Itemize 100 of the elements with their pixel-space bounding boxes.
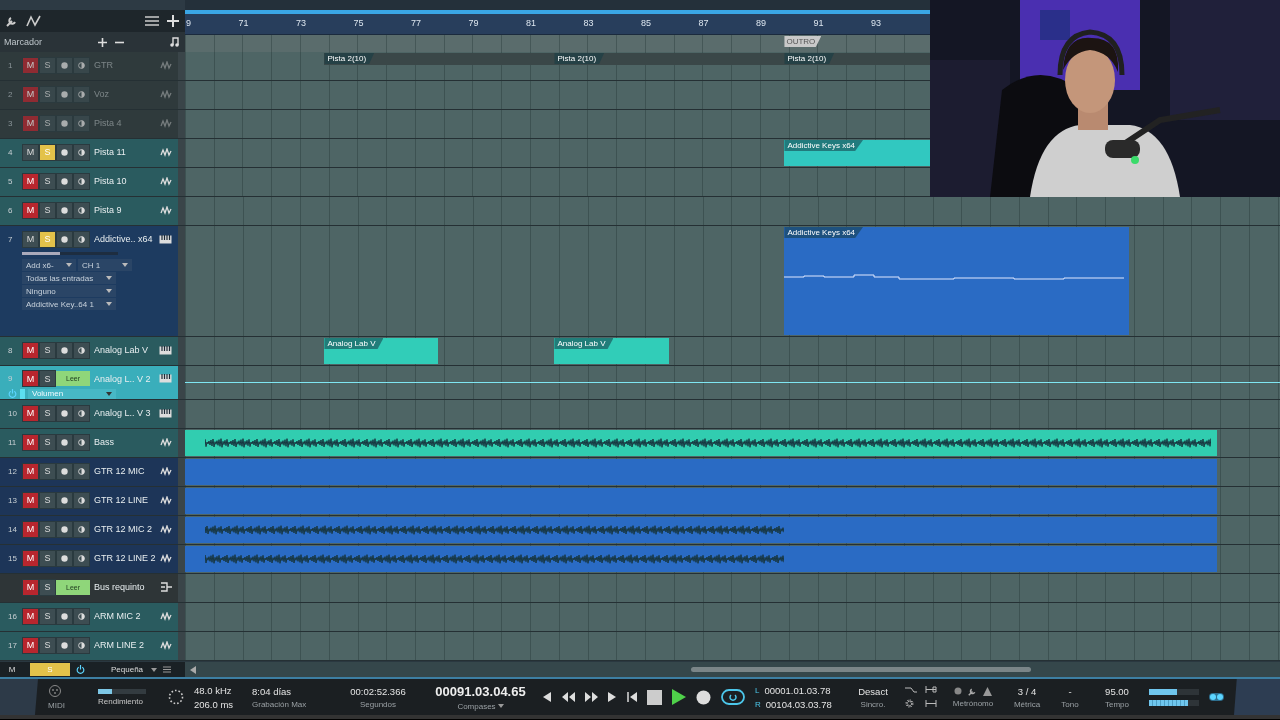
record-button[interactable] (56, 462, 73, 480)
record-button[interactable] (56, 433, 73, 451)
mute-button[interactable]: M (22, 172, 39, 190)
play-icon[interactable] (672, 689, 686, 705)
metronome-dot-icon[interactable] (954, 687, 962, 695)
routing-dropdown[interactable]: CH 1 (78, 259, 132, 271)
solo-button[interactable]: S (39, 549, 56, 567)
monitor-button[interactable] (73, 433, 90, 451)
monitor-button[interactable] (73, 549, 90, 567)
clip[interactable]: Addictive Keys x64 (784, 140, 930, 166)
record-button[interactable] (56, 341, 73, 359)
monitor-button[interactable] (73, 404, 90, 422)
solo-button[interactable]: S (39, 520, 56, 538)
mute-all-button[interactable]: M (0, 665, 24, 674)
monitor-button[interactable] (73, 230, 90, 248)
track-header[interactable]: 16 M S ARM MIC 2 (0, 603, 178, 631)
tempo-value[interactable]: 95.00 (1105, 685, 1129, 697)
record-button[interactable] (56, 114, 73, 132)
mute-button[interactable]: M (22, 433, 39, 451)
loop-icon[interactable] (721, 689, 745, 705)
track-header[interactable]: 5 M S Pista 10 (0, 168, 178, 196)
wrench-icon[interactable] (6, 15, 18, 27)
punch-icon[interactable] (925, 686, 937, 693)
mute-button[interactable]: M (22, 114, 39, 132)
clip[interactable]: Analog Lab V (554, 338, 670, 364)
mute-button[interactable]: M (22, 143, 39, 161)
record-button[interactable] (56, 143, 73, 161)
record-button[interactable] (56, 491, 73, 509)
record-button[interactable] (56, 636, 73, 654)
music-note-icon[interactable] (170, 37, 179, 47)
solo-button[interactable]: S (39, 433, 56, 451)
solo-button[interactable]: S (39, 370, 56, 388)
loop-right-position[interactable]: 00104.03.03.78 (765, 698, 832, 710)
solo-button[interactable]: S (39, 341, 56, 359)
mute-button[interactable]: M (22, 636, 39, 654)
monitor-button[interactable] (73, 85, 90, 103)
track-lane[interactable]: Addictive Keys x64 (185, 139, 930, 167)
list-icon[interactable] (145, 16, 159, 26)
pre-roll-icon[interactable] (905, 686, 917, 693)
track-header[interactable]: 10 M S Analog L.. V 3 (0, 400, 178, 428)
mute-button[interactable]: M (22, 85, 39, 103)
track-name[interactable]: GTR 12 LINE (94, 495, 160, 505)
record-button[interactable] (56, 230, 73, 248)
track-name[interactable]: Analog L.. V 3 (94, 408, 159, 418)
track-header[interactable]: 2 M S Voz (0, 81, 178, 109)
clip[interactable]: Pista 2(10) (554, 53, 785, 65)
track-header[interactable]: 4 M S Pista 11 (0, 139, 178, 167)
solo-button[interactable]: S (39, 636, 56, 654)
mute-button[interactable]: M (22, 404, 39, 422)
settings-icon[interactable] (905, 699, 914, 708)
track-header[interactable]: 7 M S Addictive.. x64 Add x6- CH 1 Todas las entradas Ninguno Addictive Key..64 1 (0, 226, 178, 336)
track-lane[interactable]: Addictive Keys x64 (185, 226, 1280, 336)
routing-dropdown[interactable]: Todas las entradas (22, 272, 116, 284)
record-button[interactable] (56, 56, 73, 74)
track-name[interactable]: GTR 12 MIC 2 (94, 524, 160, 534)
track-header[interactable]: 6 M S Pista 9 (0, 197, 178, 225)
monitor-button[interactable] (73, 143, 90, 161)
mute-button[interactable]: M (22, 341, 39, 359)
track-name[interactable]: Analog Lab V (94, 345, 159, 355)
mute-button[interactable]: M (22, 578, 39, 596)
stop-icon[interactable] (647, 689, 662, 705)
collapse-icon[interactable] (190, 665, 196, 674)
monitor-button[interactable] (73, 607, 90, 625)
record-button[interactable] (56, 201, 73, 219)
mute-button[interactable]: M (22, 201, 39, 219)
clip[interactable]: Pista 2(10) (784, 53, 930, 65)
mute-button[interactable]: M (22, 549, 39, 567)
track-lane[interactable]: Analog Lab V Analog Lab V (185, 337, 1280, 365)
solo-button[interactable]: S (39, 491, 56, 509)
return-to-zero-icon[interactable] (627, 692, 637, 702)
clip[interactable]: Analog Lab V (324, 338, 438, 364)
volume-slider[interactable] (22, 252, 118, 255)
curve-icon[interactable] (26, 15, 42, 27)
monitor-button[interactable] (73, 201, 90, 219)
track-lane[interactable]: Pista 2(10) Pista 2(10) Pista 2(10) (185, 52, 930, 80)
key-value[interactable]: - (1068, 685, 1072, 697)
track-header[interactable]: 14 M S GTR 12 MIC 2 (0, 516, 178, 544)
record-button[interactable] (56, 404, 73, 422)
solo-button[interactable]: S (39, 56, 56, 74)
track-name[interactable]: Bass (94, 437, 160, 447)
solo-button[interactable]: S (39, 404, 56, 422)
track-name[interactable]: Addictive.. x64 (94, 234, 159, 244)
time-format-dropdown[interactable]: Compases (457, 701, 504, 711)
time-signature[interactable]: 3 / 4 (1017, 685, 1037, 697)
record-button[interactable] (56, 520, 73, 538)
solo-button[interactable]: S (39, 607, 56, 625)
clip[interactable]: Pista 2(10) (324, 53, 555, 65)
mute-button[interactable]: M (22, 370, 39, 388)
toggle-icon[interactable] (1209, 693, 1224, 701)
solo-button[interactable]: S (39, 201, 56, 219)
routing-dropdown[interactable]: Addictive Key..64 1 (22, 298, 116, 310)
track-name[interactable]: Pista 10 (94, 176, 160, 186)
power-icon[interactable] (76, 665, 85, 674)
add-icon[interactable] (98, 37, 107, 47)
track-name[interactable]: ARM MIC 2 (94, 611, 160, 621)
record-icon[interactable] (696, 689, 711, 705)
record-button[interactable] (56, 607, 73, 625)
monitor-button[interactable] (73, 341, 90, 359)
mute-button[interactable]: M (22, 607, 39, 625)
track-name[interactable]: Bus requinto (94, 582, 160, 592)
